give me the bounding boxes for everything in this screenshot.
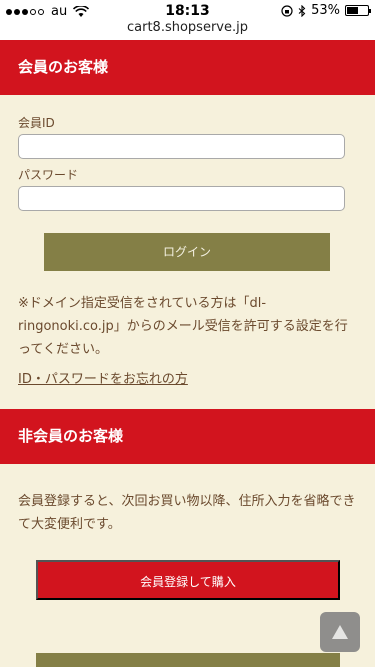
status-right: 53% — [281, 3, 371, 18]
battery-icon — [345, 5, 371, 16]
forgot-password-link[interactable]: ID・パスワードをお忘れの方 — [18, 368, 188, 387]
register-and-purchase-button[interactable]: 会員登録して購入 — [36, 560, 340, 600]
member-id-input[interactable] — [18, 134, 345, 159]
guest-section-heading: 非会員のお客様 — [0, 409, 375, 464]
mail-domain-note: ※ドメイン指定受信をされている方は「dl-ringonoki.co.jp」からの… — [18, 296, 348, 357]
password-label: パスワード — [18, 168, 79, 182]
guest-purchase-button[interactable] — [36, 653, 340, 667]
guest-description: 会員登録すると、次回お買い物以降、住所入力を省略できて大変便利です。 — [18, 494, 356, 532]
bluetooth-icon — [298, 4, 306, 17]
member-id-label: 会員ID — [18, 116, 55, 130]
triangle-up-icon — [332, 625, 348, 639]
battery-percent: 53% — [311, 3, 340, 18]
rotation-lock-icon — [281, 4, 293, 17]
scroll-to-top-button[interactable] — [320, 612, 360, 652]
member-section-heading: 会員のお客様 — [0, 40, 375, 95]
password-input[interactable] — [18, 186, 345, 211]
status-bar: au 18:13 53% cart8.shopserve.jp — [0, 0, 375, 40]
url-bar[interactable]: cart8.shopserve.jp — [0, 20, 375, 35]
login-button[interactable]: ログイン — [44, 233, 330, 271]
